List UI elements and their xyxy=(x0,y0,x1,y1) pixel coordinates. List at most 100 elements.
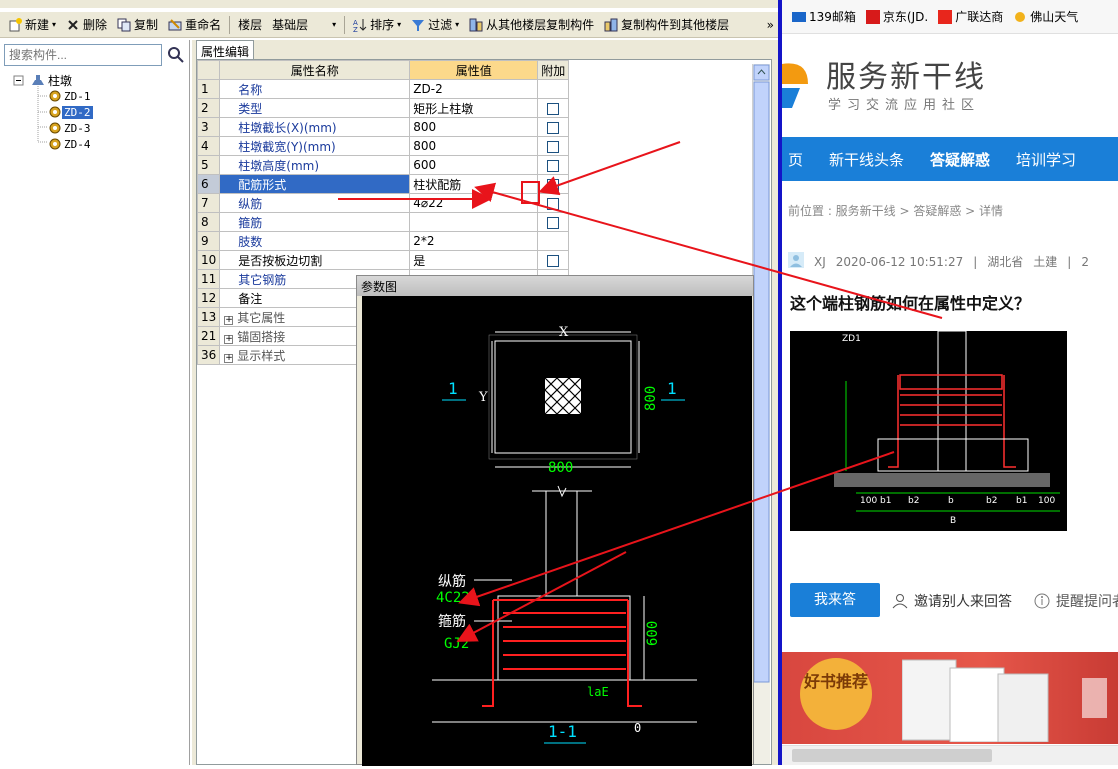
attach-checkbox[interactable] xyxy=(547,197,560,210)
remind-button[interactable]: 提醒提问者 xyxy=(1034,591,1118,611)
rename-button[interactable]: 重命名 xyxy=(164,14,225,36)
property-row[interactable]: 7 纵筋 4⌀22 xyxy=(196,193,570,213)
copy-button[interactable]: 复制 xyxy=(113,14,162,36)
row-number: 9 xyxy=(196,231,221,251)
meta-extra: 2 xyxy=(1081,254,1089,269)
property-name: 柱墩截长(X)(mm) xyxy=(219,117,411,137)
tree-item-zd1[interactable]: ZD-1 xyxy=(48,88,93,104)
copy-to-floor-icon xyxy=(604,18,618,32)
property-name: 柱墩截宽(Y)(mm) xyxy=(219,136,411,156)
book-promo-banner[interactable]: 好书推荐 xyxy=(782,652,1118,744)
bookmark-jd[interactable]: 京东(JD. xyxy=(865,8,928,25)
bookmark-glodon[interactable]: 广联达商 xyxy=(938,8,1003,25)
nav-training[interactable]: 培训学习 xyxy=(1016,149,1076,170)
gear-icon xyxy=(49,138,61,150)
property-value[interactable]: 矩形上柱墩 xyxy=(409,98,539,118)
bookmark-139mail[interactable]: 139邮箱 xyxy=(792,8,856,25)
property-row[interactable]: 1 名称 ZD-2 xyxy=(196,79,570,99)
dim-800-v: 800 xyxy=(643,386,659,411)
property-row[interactable]: 8 箍筋 xyxy=(196,212,570,232)
property-row[interactable]: 9 肢数 2*2 xyxy=(196,231,570,251)
diagram-canvas: X Y 800 800 1 1 600 laE 0 纵筋 4C22 箍筋 GJ2… xyxy=(362,296,752,766)
property-row[interactable]: 6 配筋形式 柱状配筋 xyxy=(196,174,570,194)
bookmark-weather[interactable]: 佛山天气 xyxy=(1013,8,1078,25)
tree-root-pier[interactable]: 柱墩 xyxy=(30,72,72,88)
row-number: 13 xyxy=(196,307,221,327)
svg-text:Z: Z xyxy=(353,26,358,32)
property-name: 箍筋 xyxy=(219,212,411,232)
invite-button[interactable]: 邀请别人来回答 xyxy=(892,591,1012,611)
question-drawing: ZD1 100 b1 b2 b b2 b1 100 B xyxy=(834,330,1060,526)
section-title: 1-1 xyxy=(548,722,577,741)
copy-from-floor-icon xyxy=(469,18,483,32)
expand-icon[interactable]: + xyxy=(224,353,234,363)
property-name: 肢数 xyxy=(219,231,411,251)
nav-qa[interactable]: 答疑解惑 xyxy=(930,149,990,170)
author-name[interactable]: XJ xyxy=(814,255,826,269)
expand-icon[interactable]: + xyxy=(224,334,234,344)
attach-cell xyxy=(537,250,570,270)
property-row[interactable]: 10 是否按板边切割是 xyxy=(196,250,570,270)
table-scrollbar[interactable] xyxy=(752,64,770,764)
attach-cell xyxy=(537,231,570,251)
property-row[interactable]: 2 类型 矩形上柱墩 xyxy=(196,98,570,118)
dim-800-h: 800 xyxy=(548,460,573,476)
property-value[interactable]: 600 xyxy=(409,155,539,175)
property-value[interactable]: 800 xyxy=(409,117,539,137)
svg-text:100: 100 xyxy=(1038,496,1055,506)
weather-icon xyxy=(1013,10,1027,24)
copy-from-floor-button[interactable]: 从其他楼层复制构件 xyxy=(465,14,598,36)
meta-separator: | xyxy=(973,254,978,269)
attach-checkbox[interactable] xyxy=(547,178,560,191)
search-component-input[interactable] xyxy=(4,44,162,66)
property-row[interactable]: 3 柱墩截长(X)(mm) 800 xyxy=(196,117,570,137)
question-image[interactable]: ZD1 100 b1 b2 b b2 b1 100 B xyxy=(790,330,1067,531)
tree-item-zd3[interactable]: ZD-3 xyxy=(48,120,93,136)
new-button[interactable]: 新建 ▾ xyxy=(4,14,60,36)
header-name: 属性名称 xyxy=(219,60,411,80)
floor-select[interactable]: 基础层 ▾ xyxy=(268,14,340,36)
attach-checkbox[interactable] xyxy=(547,102,560,115)
nav-headlines[interactable]: 新干线头条 xyxy=(829,149,904,170)
property-name: 配筋形式 xyxy=(219,174,411,194)
x-label: X xyxy=(559,325,569,340)
nav-home[interactable]: 页 xyxy=(788,149,803,170)
delete-button[interactable]: 删除 xyxy=(62,14,111,36)
site-logo[interactable]: 服务新干线 学习交流应用社区 xyxy=(782,46,1118,126)
attach-checkbox[interactable] xyxy=(547,159,560,172)
delete-icon xyxy=(66,18,80,32)
property-value[interactable] xyxy=(409,212,539,232)
parameter-diagram-window[interactable]: 参数图 X Y 800 800 1 1 600 laE 0 纵筋 4C22 箍筋… xyxy=(356,275,754,766)
row-number: 1 xyxy=(196,79,221,99)
sort-button[interactable]: AZ 排序 ▾ xyxy=(349,14,405,36)
toolbar-more-button[interactable]: » xyxy=(763,14,778,36)
diagram-title-bar[interactable]: 参数图 xyxy=(357,276,753,296)
property-row[interactable]: 4 柱墩截宽(Y)(mm) 800 xyxy=(196,136,570,156)
copy-to-floor-button[interactable]: 复制构件到其他楼层 xyxy=(600,14,733,36)
copy-icon xyxy=(117,18,131,32)
property-value[interactable]: 4⌀22 xyxy=(409,193,539,213)
filter-button[interactable]: 过滤 ▾ xyxy=(407,14,463,36)
property-value[interactable]: 2*2 xyxy=(409,231,539,251)
tree-item-zd2[interactable]: ZD-2 xyxy=(48,104,93,120)
attach-cell xyxy=(537,174,570,194)
scroll-thumb[interactable] xyxy=(792,749,992,762)
section-mark-left: 1 xyxy=(448,379,458,398)
tree-item-zd4[interactable]: ZD-4 xyxy=(48,136,93,152)
property-value[interactable]: 柱状配筋 xyxy=(409,174,539,194)
attach-checkbox[interactable] xyxy=(547,121,560,134)
attach-checkbox[interactable] xyxy=(547,140,560,153)
expand-icon[interactable]: + xyxy=(224,315,234,325)
search-button[interactable] xyxy=(164,44,186,66)
info-icon xyxy=(1034,593,1050,609)
property-value[interactable]: 800 xyxy=(409,136,539,156)
horizontal-scrollbar[interactable] xyxy=(782,745,1118,765)
property-value[interactable]: 是 xyxy=(409,250,539,270)
tab-property-edit[interactable]: 属性编辑 xyxy=(196,40,254,59)
attach-checkbox[interactable] xyxy=(547,216,560,229)
zongjin-label: 纵筋 xyxy=(438,573,466,590)
attach-checkbox[interactable] xyxy=(547,254,560,267)
property-row[interactable]: 5 柱墩高度(mm) 600 xyxy=(196,155,570,175)
property-value[interactable]: ZD-2 xyxy=(409,79,539,99)
answer-button[interactable]: 我来答 xyxy=(790,583,880,617)
